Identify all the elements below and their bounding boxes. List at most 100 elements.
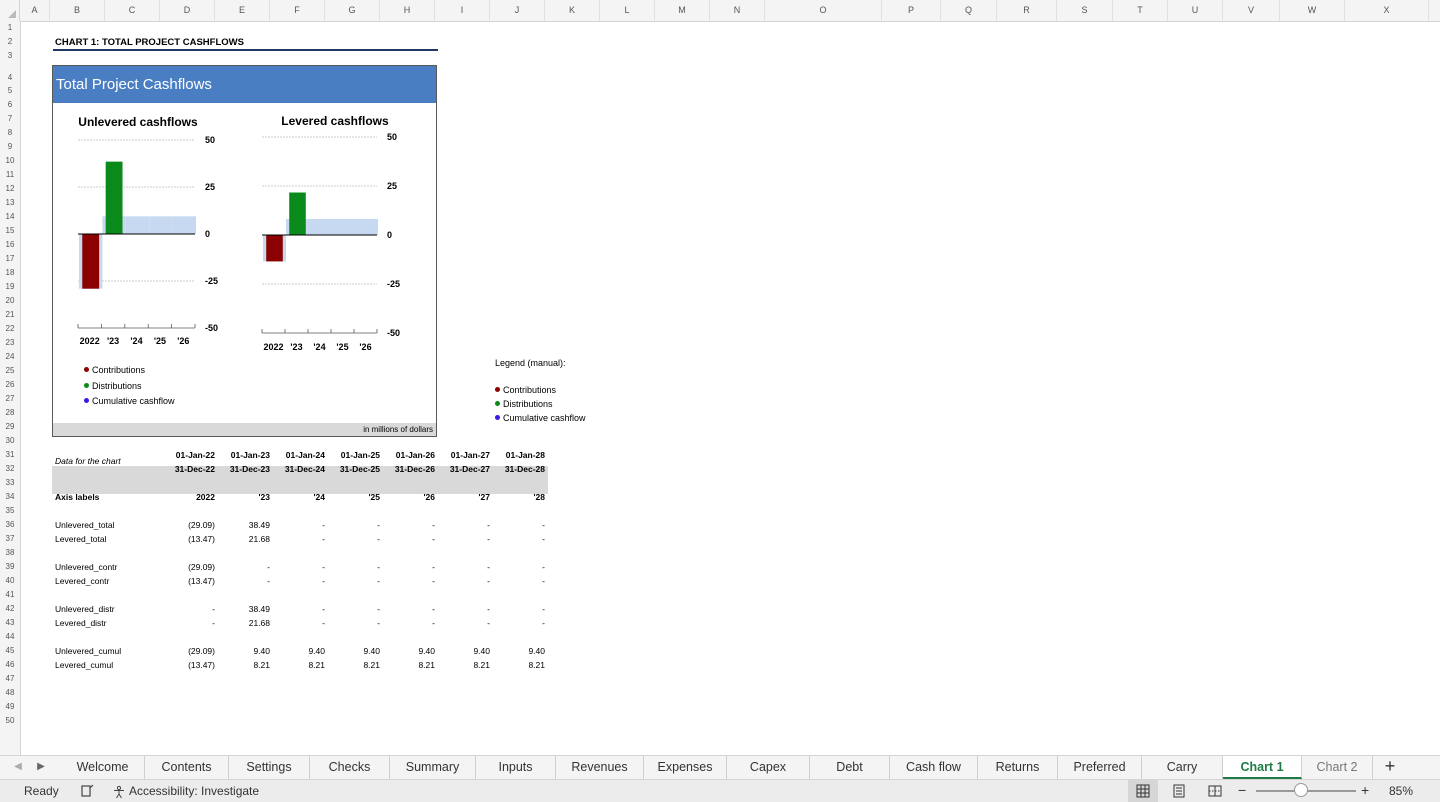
sheet-tab-contents[interactable]: Contents — [145, 756, 229, 779]
row-header-49[interactable]: 49 — [0, 700, 20, 714]
data-row-label[interactable]: Levered_distr — [55, 616, 107, 630]
row-header-8[interactable]: 8 — [0, 126, 20, 140]
sheet-tab-expenses[interactable]: Expenses — [644, 756, 727, 779]
row-header-46[interactable]: 46 — [0, 658, 20, 672]
column-header-W[interactable]: W — [1280, 0, 1345, 21]
sheet-tab-returns[interactable]: Returns — [978, 756, 1058, 779]
sheet-tab-chart-2[interactable]: Chart 2 — [1302, 756, 1373, 779]
row-header-4[interactable]: 4 — [0, 63, 20, 84]
row-header-41[interactable]: 41 — [0, 588, 20, 602]
column-header-B[interactable]: B — [50, 0, 105, 21]
row-header-21[interactable]: 21 — [0, 308, 20, 322]
column-header-D[interactable]: D — [160, 0, 215, 21]
column-header-O[interactable]: O — [765, 0, 882, 21]
row-header-25[interactable]: 25 — [0, 364, 20, 378]
row-header-28[interactable]: 28 — [0, 406, 20, 420]
row-header-48[interactable]: 48 — [0, 686, 20, 700]
tab-scroll-left-icon[interactable]: ◀ — [8, 756, 28, 779]
row-header-15[interactable]: 15 — [0, 224, 20, 238]
row-header-14[interactable]: 14 — [0, 210, 20, 224]
data-value-cell[interactable]: - — [475, 560, 545, 574]
row-header-45[interactable]: 45 — [0, 644, 20, 658]
page-break-view-icon[interactable] — [1208, 784, 1222, 798]
sheet-tab-revenues[interactable]: Revenues — [556, 756, 644, 779]
row-header-29[interactable]: 29 — [0, 420, 20, 434]
sheet-tab-welcome[interactable]: Welcome — [61, 756, 145, 779]
zoom-slider-knob[interactable] — [1294, 783, 1308, 797]
sheet-tab-carry[interactable]: Carry — [1142, 756, 1223, 779]
row-header-38[interactable]: 38 — [0, 546, 20, 560]
row-header-40[interactable]: 40 — [0, 574, 20, 588]
row-header-13[interactable]: 13 — [0, 196, 20, 210]
column-header-X[interactable]: X — [1345, 0, 1429, 21]
axis-labels-title[interactable]: Axis labels — [55, 490, 99, 504]
row-header-23[interactable]: 23 — [0, 336, 20, 350]
sheet-tab-debt[interactable]: Debt — [810, 756, 890, 779]
column-header-E[interactable]: E — [215, 0, 270, 21]
row-header-10[interactable]: 10 — [0, 154, 20, 168]
row-header-5[interactable]: 5 — [0, 84, 20, 98]
zoom-level[interactable]: 85% — [1389, 780, 1413, 802]
column-header-P[interactable]: P — [882, 0, 941, 21]
column-header-V[interactable]: V — [1223, 0, 1280, 21]
sheet-tab-chart-1[interactable]: Chart 1 — [1223, 756, 1302, 779]
data-value-cell[interactable]: - — [475, 518, 545, 532]
sheet-tab-inputs[interactable]: Inputs — [476, 756, 556, 779]
data-row-label[interactable]: Unlevered_cumul — [55, 644, 121, 658]
row-header-18[interactable]: 18 — [0, 266, 20, 280]
row-header-37[interactable]: 37 — [0, 532, 20, 546]
row-header-20[interactable]: 20 — [0, 294, 20, 308]
sheet-tab-checks[interactable]: Checks — [310, 756, 390, 779]
select-all-corner[interactable] — [0, 0, 20, 21]
column-header-F[interactable]: F — [270, 0, 325, 21]
data-row-label[interactable]: Unlevered_distr — [55, 602, 115, 616]
column-header-L[interactable]: L — [600, 0, 655, 21]
row-header-1[interactable]: 1 — [0, 21, 20, 35]
add-sheet-icon[interactable]: + — [1372, 756, 1408, 779]
row-header-44[interactable]: 44 — [0, 630, 20, 644]
row-header-26[interactable]: 26 — [0, 378, 20, 392]
row-header-47[interactable]: 47 — [0, 672, 20, 686]
macro-recording-icon[interactable] — [80, 784, 94, 798]
data-row-label[interactable]: Unlevered_total — [55, 518, 115, 532]
row-header-7[interactable]: 7 — [0, 112, 20, 126]
row-header-30[interactable]: 30 — [0, 434, 20, 448]
column-header-C[interactable]: C — [105, 0, 160, 21]
data-row-label[interactable]: Levered_cumul — [55, 658, 113, 672]
data-value-cell[interactable]: - — [475, 574, 545, 588]
normal-view-button[interactable] — [1128, 780, 1158, 802]
data-value-cell[interactable]: - — [475, 532, 545, 546]
row-header-50[interactable]: 50 — [0, 714, 20, 728]
row-header-39[interactable]: 39 — [0, 560, 20, 574]
row-header-9[interactable]: 9 — [0, 140, 20, 154]
zoom-in-button[interactable]: + — [1361, 780, 1369, 801]
data-row-label[interactable]: Unlevered_contr — [55, 560, 117, 574]
row-header-16[interactable]: 16 — [0, 238, 20, 252]
column-header-K[interactable]: K — [545, 0, 600, 21]
column-header-T[interactable]: T — [1113, 0, 1168, 21]
data-value-cell[interactable]: 9.40 — [475, 644, 545, 658]
sheet-tab-cash-flow[interactable]: Cash flow — [890, 756, 978, 779]
data-value-cell[interactable]: 8.21 — [475, 658, 545, 672]
sheet-tab-summary[interactable]: Summary — [390, 756, 476, 779]
accessibility-status[interactable]: Accessibility: Investigate — [112, 780, 259, 802]
page-layout-view-icon[interactable] — [1172, 784, 1186, 798]
zoom-out-button[interactable]: − — [1238, 780, 1246, 801]
data-value-cell[interactable]: - — [475, 602, 545, 616]
row-header-32[interactable]: 32 — [0, 462, 20, 476]
row-header-34[interactable]: 34 — [0, 490, 20, 504]
row-header-42[interactable]: 42 — [0, 602, 20, 616]
row-header-43[interactable]: 43 — [0, 616, 20, 630]
column-header-Q[interactable]: Q — [941, 0, 997, 21]
data-value-cell[interactable]: - — [475, 616, 545, 630]
row-header-11[interactable]: 11 — [0, 168, 20, 182]
row-header-36[interactable]: 36 — [0, 518, 20, 532]
row-header-31[interactable]: 31 — [0, 448, 20, 462]
row-header-17[interactable]: 17 — [0, 252, 20, 266]
column-header-S[interactable]: S — [1057, 0, 1113, 21]
data-row-label[interactable]: Levered_total — [55, 532, 107, 546]
spreadsheet-grid[interactable]: ABCDEFGHIJKLMNOPQRSTUVWX 1 2 3 4 5 6 7 8 9 10 11 12… — [0, 0, 1440, 755]
end-date-cell[interactable]: 31-Dec-28 — [475, 462, 545, 476]
sheet-tab-settings[interactable]: Settings — [229, 756, 310, 779]
column-header-A[interactable]: A — [20, 0, 50, 21]
